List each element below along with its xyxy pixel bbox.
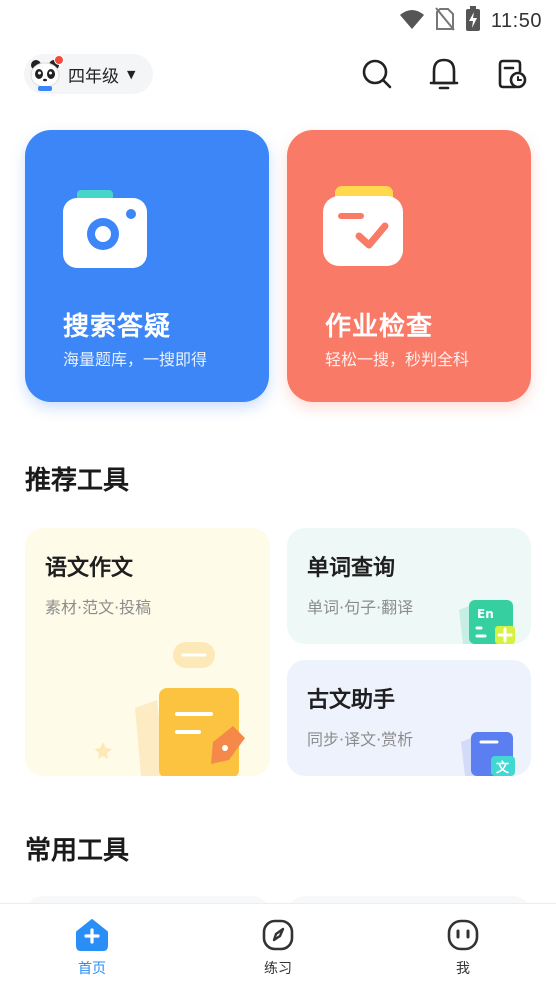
caret-down-icon: ▼ — [127, 67, 136, 81]
nav-home[interactable]: 首页 — [42, 918, 142, 978]
history-icon[interactable] — [495, 57, 529, 91]
tool-title: 单词查询 — [307, 556, 396, 581]
bottom-nav: 首页 练习 我 — [0, 903, 556, 990]
nav-me[interactable]: 我 — [413, 918, 513, 978]
no-sim-icon — [435, 7, 455, 35]
search-answer-card[interactable]: 搜索答疑 海量题库，一搜即得 — [25, 130, 269, 402]
notification-dot — [54, 55, 64, 65]
svg-text:En: En — [477, 607, 494, 621]
homework-check-card[interactable]: 作业检查 轻松一搜，秒判全科 — [287, 130, 531, 402]
tool-chinese-essay[interactable]: 语文作文 素材·范文·投稿 — [25, 528, 270, 776]
face-icon — [446, 918, 480, 952]
status-bar: 11:50 — [0, 0, 556, 38]
classic-book-icon: 文 — [459, 728, 523, 776]
tool-subtitle: 同步·译文·赏析 — [307, 730, 414, 749]
tool-subtitle: 单词·句子·翻译 — [307, 598, 414, 617]
essay-pen-icon — [94, 638, 255, 776]
svg-text:文: 文 — [496, 760, 510, 776]
nav-practice[interactable]: 练习 — [228, 918, 328, 978]
search-icon[interactable] — [360, 57, 394, 91]
section-title-recommended: 推荐工具 — [25, 466, 130, 496]
check-card-icon — [323, 182, 411, 270]
english-book-icon: En — [457, 596, 521, 644]
status-time: 11:50 — [490, 9, 542, 32]
battery-charging-icon — [465, 6, 481, 36]
camera-icon — [61, 182, 149, 270]
section-title-common: 常用工具 — [25, 836, 130, 866]
home-icon — [75, 918, 109, 952]
nav-label: 练习 — [264, 961, 292, 977]
search-card-subtitle: 海量题库，一搜即得 — [63, 350, 208, 369]
search-card-title: 搜索答疑 — [63, 312, 172, 342]
panda-avatar — [28, 55, 64, 91]
tool-classical-chinese[interactable]: 古文助手 同步·译文·赏析 文 — [287, 660, 531, 776]
homework-card-subtitle: 轻松一搜，秒判全科 — [325, 350, 470, 369]
grade-label: 四年级 — [68, 66, 119, 87]
nav-label: 首页 — [78, 961, 106, 977]
homework-card-title: 作业检查 — [325, 312, 434, 342]
status-icons: 11:50 — [399, 6, 542, 36]
wifi-icon — [399, 8, 425, 34]
tool-title: 语文作文 — [45, 556, 134, 581]
grade-selector[interactable]: 四年级 ▼ — [24, 54, 154, 94]
compass-icon — [261, 918, 295, 952]
tool-word-lookup[interactable]: 单词查询 单词·句子·翻译 En — [287, 528, 531, 644]
tool-title: 古文助手 — [307, 688, 396, 713]
tool-subtitle: 素材·范文·投稿 — [45, 598, 152, 617]
bell-icon[interactable] — [427, 57, 461, 91]
nav-label: 我 — [456, 961, 470, 977]
